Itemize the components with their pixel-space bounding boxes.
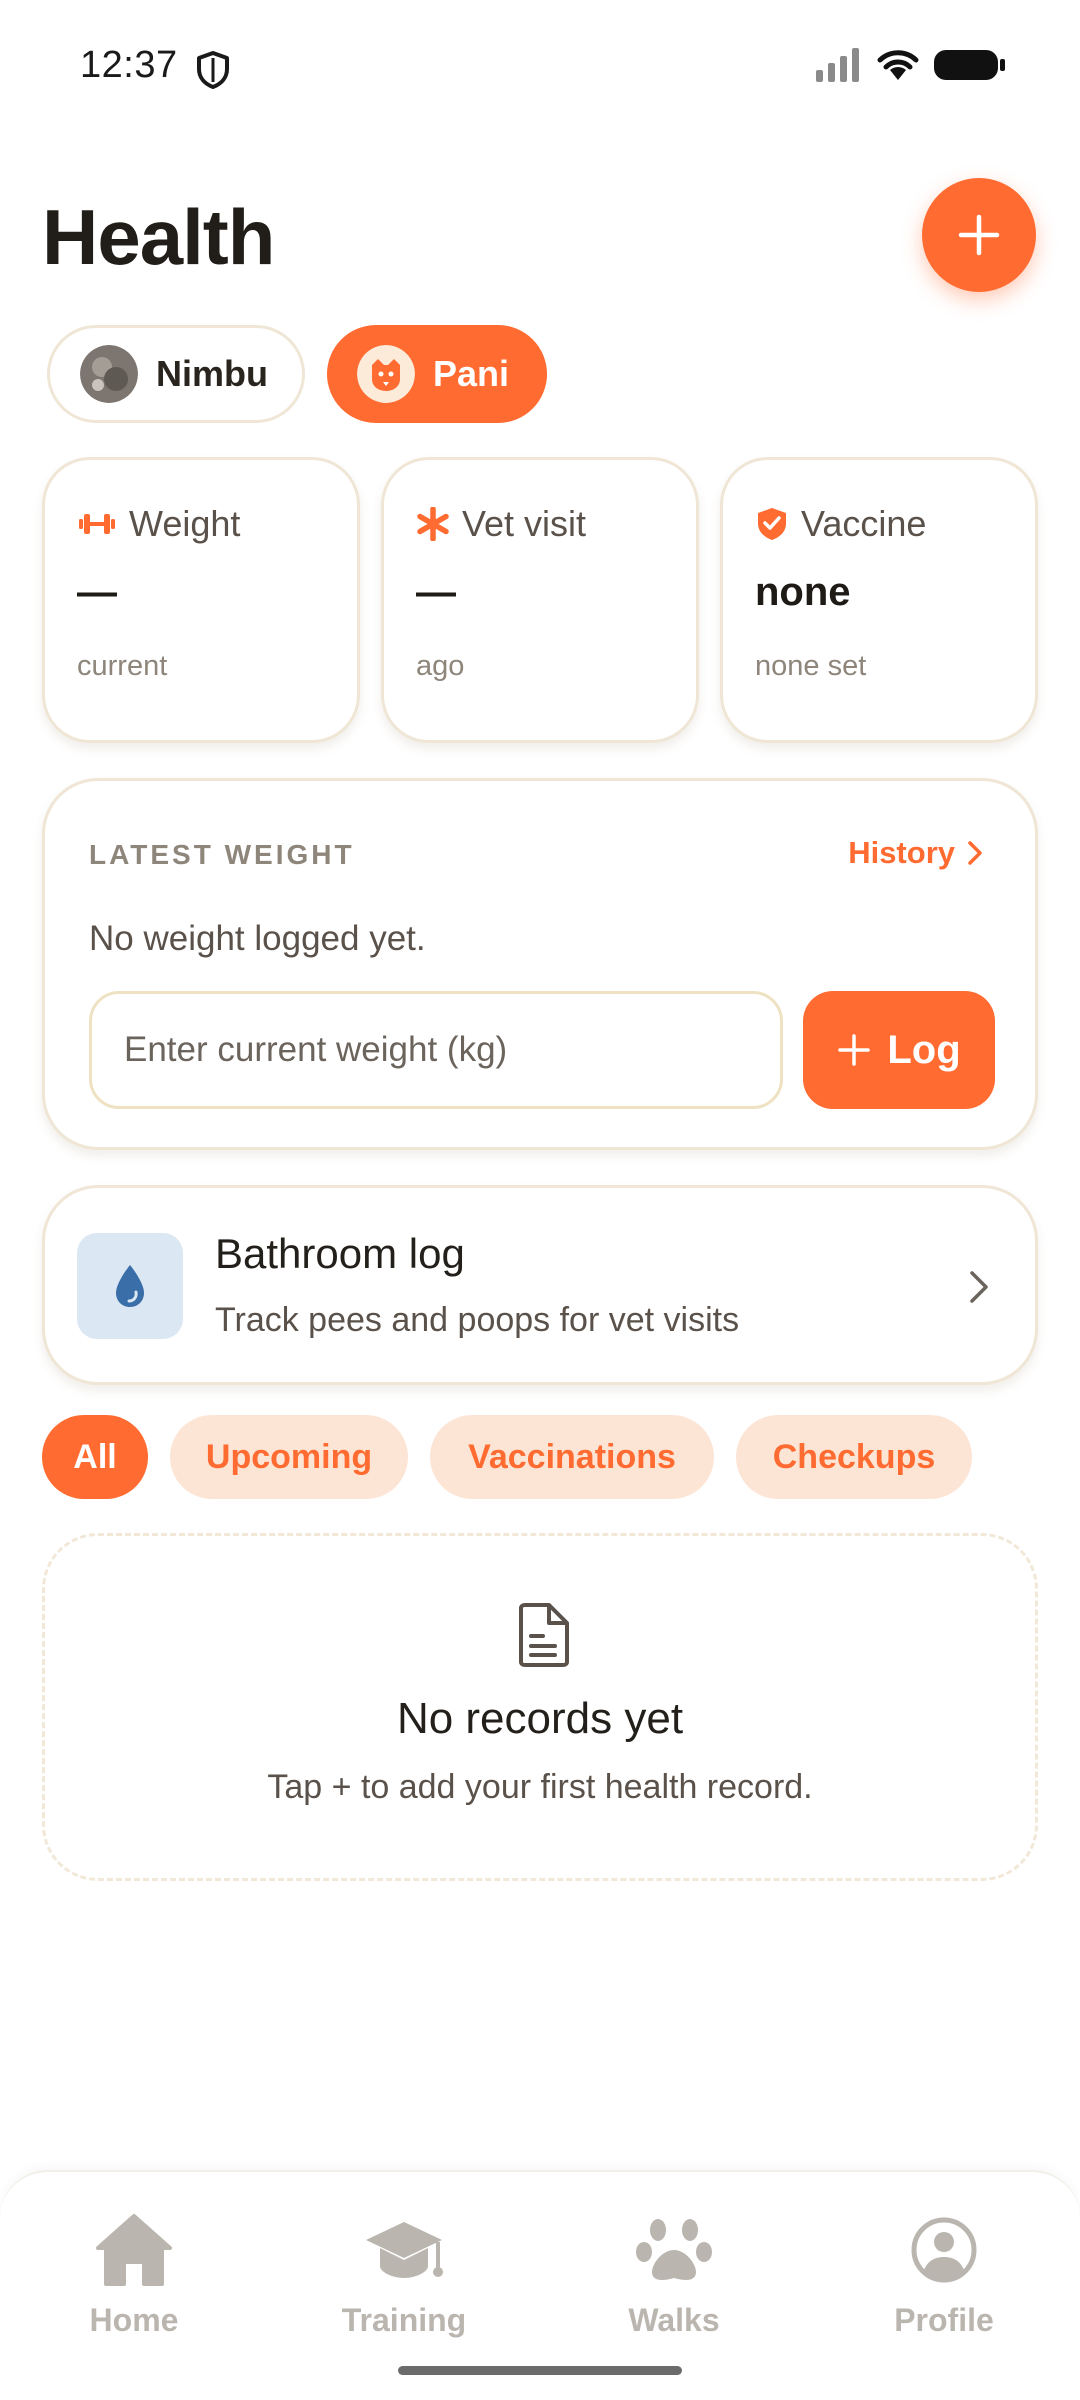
dumbbell-icon xyxy=(79,514,115,534)
nav-profile[interactable]: Profile xyxy=(844,2212,1044,2339)
pet-avatar-nimbu xyxy=(80,345,138,403)
history-label: History xyxy=(848,835,955,870)
nav-label: Training xyxy=(341,2302,467,2338)
status-indicators xyxy=(816,48,1006,82)
stat-label: Weight xyxy=(129,503,241,544)
section-label: LATEST WEIGHT xyxy=(89,839,355,870)
chevron-right-icon xyxy=(968,841,982,865)
graduation-cap-icon xyxy=(366,2222,443,2278)
stat-head: Vet visit xyxy=(416,500,696,548)
records-empty-state: No records yet Tap + to add your first h… xyxy=(42,1533,1038,1881)
plus-icon xyxy=(958,214,1000,256)
weight-empty-text: No weight logged yet. xyxy=(89,919,426,958)
filter-all[interactable]: All xyxy=(42,1415,148,1499)
home-indicator xyxy=(398,2366,682,2375)
wifi-icon xyxy=(877,50,919,80)
log-weight-button[interactable]: Log xyxy=(803,991,995,1109)
stat-sub: ago xyxy=(416,650,465,682)
status-bar: 12:37 xyxy=(0,0,1080,130)
shield-check-icon xyxy=(758,508,786,540)
profile-icon xyxy=(911,2217,977,2283)
history-link[interactable]: History xyxy=(848,835,983,871)
water-drop-icon xyxy=(116,1265,144,1307)
filter-upcoming[interactable]: Upcoming xyxy=(170,1415,408,1499)
health-screen: 12:37 Health Nimbu Pani Weight — current… xyxy=(0,0,1080,2400)
plus-icon xyxy=(838,1034,871,1066)
filter-vaccinations[interactable]: Vaccinations xyxy=(430,1415,714,1499)
log-label: Log xyxy=(887,1027,961,1072)
bathroom-icon-tile xyxy=(77,1233,183,1339)
nav-label: Walks xyxy=(628,2302,720,2338)
pet-name: Nimbu xyxy=(156,353,268,394)
stat-value: — xyxy=(77,570,117,614)
filter-checkups[interactable]: Checkups xyxy=(736,1415,972,1499)
bathroom-subtitle: Track pees and poops for vet visits xyxy=(215,1301,740,1339)
weight-input[interactable] xyxy=(89,991,783,1109)
nav-walks[interactable]: Walks xyxy=(574,2212,774,2339)
status-time: 12:37 xyxy=(80,44,178,86)
pet-avatar-pani xyxy=(357,345,415,403)
page-title: Health xyxy=(42,193,275,281)
stat-sub: current xyxy=(77,650,168,682)
stat-card-vet-visit[interactable]: Vet visit — ago xyxy=(381,457,699,743)
chevron-right-icon xyxy=(970,1271,988,1303)
pet-chip-pani[interactable]: Pani xyxy=(327,325,547,423)
stat-label: Vet visit xyxy=(462,503,587,544)
bathroom-log-card[interactable]: Bathroom log Track pees and poops for ve… xyxy=(42,1185,1038,1385)
stat-card-vaccine[interactable]: Vaccine none none set xyxy=(720,457,1038,743)
battery-icon xyxy=(934,50,1005,80)
stat-sub: none set xyxy=(755,650,867,682)
document-icon xyxy=(519,1603,569,1667)
home-icon xyxy=(96,2214,172,2286)
records-empty-title: No records yet xyxy=(396,1694,684,1743)
nav-training[interactable]: Training xyxy=(304,2212,504,2339)
asterisk-icon xyxy=(417,507,449,541)
shield-status-icon xyxy=(197,51,229,89)
stat-card-weight[interactable]: Weight — current xyxy=(42,457,360,743)
nav-home[interactable]: Home xyxy=(34,2212,234,2339)
add-record-button[interactable] xyxy=(922,178,1036,292)
cellular-signal-icon xyxy=(816,48,859,82)
stat-head: Vaccine xyxy=(755,500,1035,548)
pet-name: Pani xyxy=(433,353,510,394)
stat-value: — xyxy=(416,570,456,614)
nav-label: Home xyxy=(89,2302,179,2338)
nav-label: Profile xyxy=(894,2302,994,2338)
latest-weight-card: LATEST WEIGHT History No weight logged y… xyxy=(42,778,1038,1150)
pet-chip-nimbu[interactable]: Nimbu xyxy=(47,325,305,423)
stat-head: Weight xyxy=(77,500,357,548)
bathroom-title: Bathroom log xyxy=(215,1230,465,1277)
paw-icon xyxy=(636,2219,712,2280)
stat-label: Vaccine xyxy=(801,503,927,544)
records-empty-subtitle: Tap + to add your first health record. xyxy=(267,1768,813,1806)
stat-value: none xyxy=(755,570,851,614)
